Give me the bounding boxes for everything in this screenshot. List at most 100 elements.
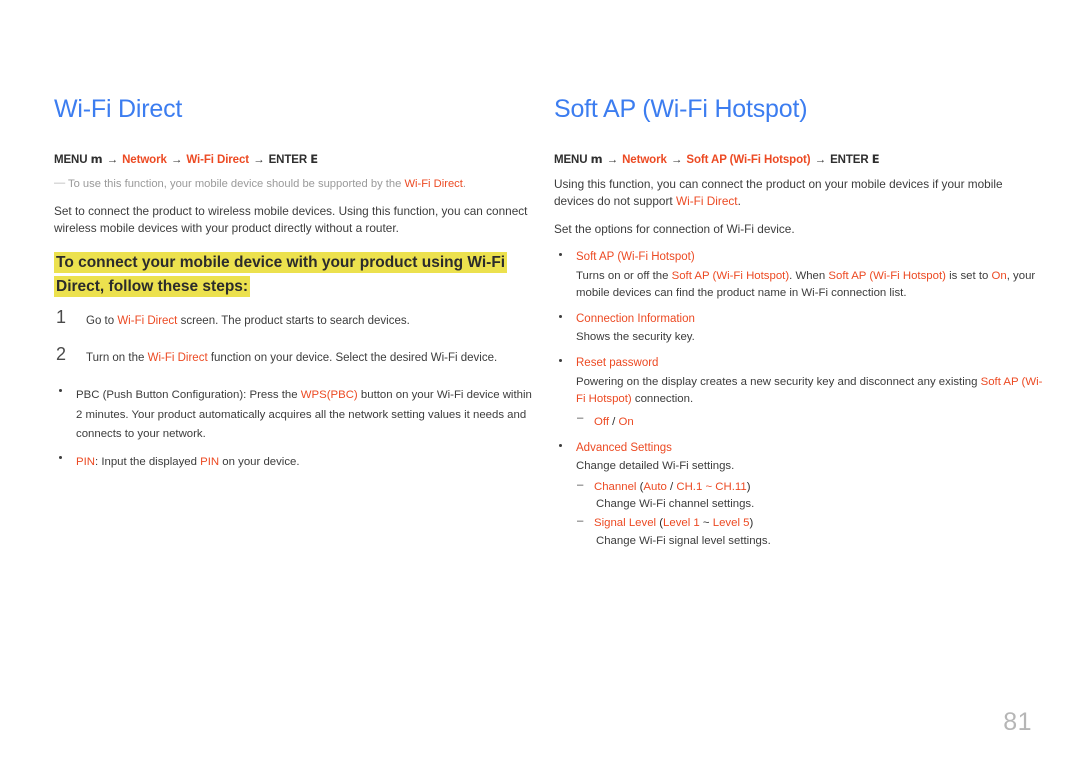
paragraph-accent-term: Wi-Fi Direct (675, 193, 738, 208)
bullet-dot-icon (59, 389, 62, 393)
subitem: – Off / On (576, 412, 1044, 431)
enter-button-icon: E (871, 151, 880, 166)
left-column: Wi-Fi Direct MENU m → Network → Wi-Fi Di… (54, 95, 534, 480)
paren-close: ) (746, 481, 751, 494)
menu-item-wifi-direct: Wi-Fi Direct (186, 153, 249, 166)
bullet-text: PIN: Input the displayed PIN on your dev… (76, 456, 300, 468)
menu-label: MENU (554, 153, 588, 166)
note-accent-term: Wi-Fi Direct (404, 177, 463, 190)
note-wifi-direct-support: — To use this function, your mobile devic… (54, 176, 534, 192)
highlighted-heading: To connect your mobile device with your … (54, 252, 508, 298)
menu-path-wifi-direct: MENU m → Network → Wi-Fi Direct → ENTER … (54, 152, 534, 166)
wifi-direct-method-list: PBC (Push Button Configuration): Press t… (54, 385, 534, 470)
bullet-dot-icon (559, 314, 562, 318)
arrow-icon: → (253, 153, 265, 166)
right-column: Soft AP (Wi-Fi Hotspot) MENU m → Network… (554, 95, 1044, 559)
subitem-values: Off / On (594, 416, 634, 428)
subitem-value-2: CH.1 ~ CH.11 (676, 481, 747, 494)
note-dash-icon: — (54, 176, 66, 189)
bullet-dot-icon (59, 455, 62, 459)
option-subitems: – Off / On (576, 412, 1044, 431)
bullet-text-mid: : Input the displayed (95, 455, 201, 468)
desc-accent: Soft AP (Wi-Fi Hotspot) (828, 269, 946, 282)
soft-ap-options-lead: Set the options for connection of Wi-Fi … (554, 222, 795, 237)
subitem: – Signal Level (Level 1 ~ Level 5) Chang… (576, 515, 1044, 549)
option-title-advanced-settings: Advanced Settings (576, 441, 672, 454)
subitem-label-text: Channel (594, 481, 637, 494)
value-off: Off (594, 415, 609, 428)
desc-accent: Soft AP (Wi-Fi Hotspot) (671, 269, 790, 282)
bullet-text-tail: on your device. (219, 455, 300, 468)
menu-button-icon: m (590, 151, 603, 166)
bullet-accent-lead: PIN (76, 455, 95, 468)
option-title-reset-password: Reset password (576, 357, 659, 370)
value-separator: ~ (699, 517, 713, 530)
subitem-description: Change Wi-Fi signal level settings. (596, 534, 771, 547)
value-on: On (618, 415, 634, 428)
desc-part: Powering on the display creates a new se… (576, 375, 981, 388)
enter-label: ENTER (268, 153, 308, 166)
subitem-value-2: Level 5 (712, 517, 750, 530)
paren-close: ) (749, 517, 754, 530)
option-description: Shows the security key. (576, 331, 695, 344)
step-text: Turn on the Wi-Fi Direct function on you… (86, 352, 497, 364)
menu-item-network: Network (122, 153, 167, 166)
subitem-channel: Channel (Auto / CH.1 ~ CH.11) (594, 479, 1044, 496)
list-item: Reset password Powering on the display c… (554, 355, 1044, 431)
manual-page: Wi-Fi Direct MENU m → Network → Wi-Fi Di… (0, 0, 1080, 763)
step-accent-term: Wi-Fi Direct (117, 315, 178, 328)
subitem-signal-level: Signal Level (Level 1 ~ Level 5) (594, 515, 1044, 532)
list-item: Soft AP (Wi-Fi Hotspot) Turns on or off … (554, 249, 1044, 301)
step-number: 2 (56, 344, 67, 365)
page-title-soft-ap: Soft AP (Wi-Fi Hotspot) (554, 95, 808, 123)
list-item: PBC (Push Button Configuration): Press t… (54, 385, 534, 442)
intro-paragraph: Set to connect the product to wireless m… (54, 203, 528, 236)
list-item: PIN: Input the displayed PIN on your dev… (54, 452, 534, 471)
subitem-dash-icon: – (577, 479, 584, 492)
subitem-dash-icon: – (577, 515, 584, 528)
step-text-after: screen. The product starts to search dev… (177, 315, 410, 328)
menu-path-soft-ap: MENU m → Network → Soft AP (Wi-Fi Hotspo… (554, 152, 1044, 166)
option-description: Change detailed Wi-Fi settings. (576, 460, 735, 473)
option-title-soft-ap: Soft AP (Wi-Fi Hotspot) (576, 251, 695, 264)
highlight-heading-wrapper: To connect your mobile device with your … (54, 251, 534, 299)
arrow-icon: → (606, 153, 619, 166)
step-text-after: function on your device. Select the desi… (207, 352, 498, 365)
list-item: Connection Information Shows the securit… (554, 311, 1044, 346)
step-number: 1 (56, 307, 67, 328)
soft-ap-intro-paragraph: Using this function, you can connect the… (554, 176, 1044, 211)
desc-part: . When (789, 269, 829, 282)
step-text: Go to Wi-Fi Direct screen. The product s… (86, 315, 410, 327)
bullet-text: PBC (Push Button Configuration): Press t… (76, 389, 532, 439)
desc-part: Turns on or off the (576, 269, 672, 282)
page-title-wifi-direct: Wi-Fi Direct (54, 95, 183, 123)
subitem-value-1: Level 1 (663, 517, 700, 530)
note-text-tail: . (462, 177, 466, 190)
subitem: – Channel (Auto / CH.1 ~ CH.11) Change W… (576, 479, 1044, 513)
paragraph-after: . (737, 193, 741, 208)
desc-part: is set to (945, 269, 992, 282)
list-item: Advanced Settings Change detailed Wi-Fi … (554, 440, 1044, 550)
bullet-dot-icon (559, 443, 562, 447)
desc-part: connection. (631, 392, 694, 405)
option-title-connection-information: Connection Information (576, 312, 695, 325)
page-number: 81 (1003, 708, 1032, 736)
step-item: 2 Turn on the Wi-Fi Direct function on y… (54, 344, 534, 368)
option-subitems: – Channel (Auto / CH.1 ~ CH.11) Change W… (576, 479, 1044, 549)
bullet-accent-term: PIN (200, 455, 220, 468)
bullet-accent-term: WPS(PBC) (300, 389, 358, 402)
menu-button-icon: m (90, 151, 103, 166)
menu-item-soft-ap: Soft AP (Wi-Fi Hotspot) (686, 153, 811, 166)
menu-item-network: Network (622, 153, 667, 166)
desc-accent-on: On (991, 269, 1007, 282)
soft-ap-options-list: Soft AP (Wi-Fi Hotspot) Turns on or off … (554, 249, 1044, 549)
bullet-dot-icon (559, 359, 562, 363)
option-description: Turns on or off the Soft AP (Wi-Fi Hotsp… (576, 268, 1044, 302)
arrow-icon: → (170, 153, 183, 166)
paragraph-before: Using this function, you can connect the… (554, 176, 1003, 208)
arrow-icon: → (106, 153, 119, 166)
step-item: 1 Go to Wi-Fi Direct screen. The product… (54, 307, 534, 331)
step-text-before: Go to (86, 315, 118, 328)
subitem-label-text: Signal Level (594, 517, 657, 530)
enter-button-icon: E (310, 151, 318, 166)
